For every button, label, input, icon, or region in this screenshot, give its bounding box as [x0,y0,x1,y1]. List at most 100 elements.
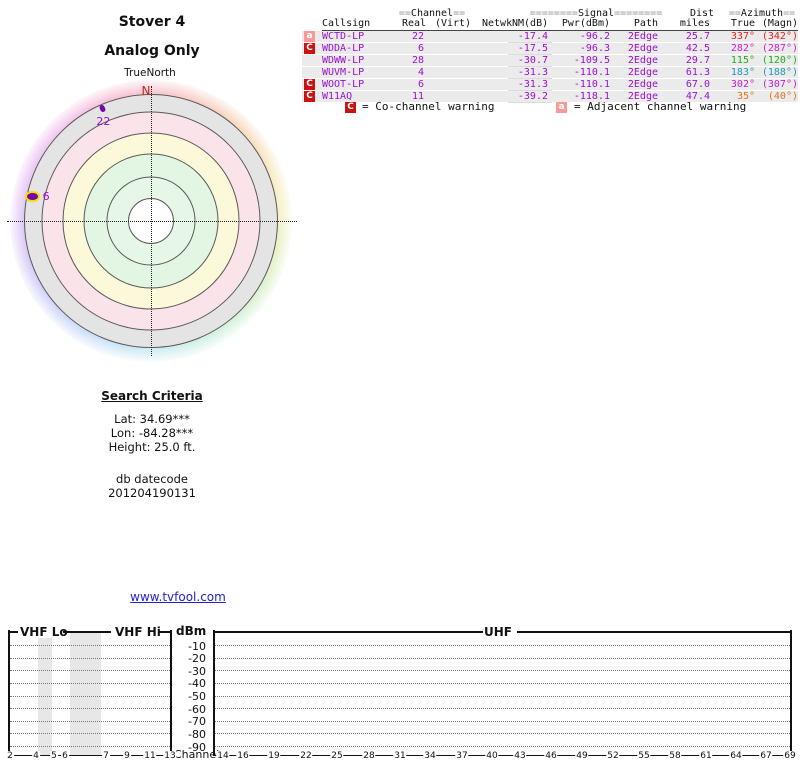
search-criteria-title: Search Criteria [101,389,203,403]
dbm-tick--50: -50 [188,690,206,703]
cell-callsign: WOOT-LP [322,79,365,90]
cell-real: 28 [411,55,424,66]
cell-magn: (342°) [761,31,798,42]
cell-callsign: WDWW-LP [322,55,365,66]
dbm-tick--10: -10 [188,639,206,653]
dbm-tick--70: -70 [188,715,206,729]
channel-tick-64: 64 [729,751,743,761]
cell-real: 4 [417,67,424,78]
db-datecode-value: 201204190131 [108,486,196,500]
compass-marker-label-6: 6 [42,189,50,203]
table-row: WDWW-LP 28 -30.7 -109.5 2Edge 29.7 115° (120°) [322,55,798,67]
cell-path: 2Edge [627,31,658,42]
vhf-gridline--80 [10,733,170,735]
co-channel-warning-badge: C [304,43,315,54]
cell-path: 2Edge [627,79,658,90]
col-nm: NM(dB) [512,18,549,29]
cell-true: 337° [730,31,755,42]
cell-netwk [482,43,512,55]
dbm-tick--30: -30 [188,664,206,678]
vhf-gridline--30 [10,670,170,672]
co-channel-legend: = Co-channel warning [362,100,495,113]
cell-magn: (188°) [761,67,798,78]
channel-tick-9: 9 [123,751,131,761]
cell-pwr: -96.2 [579,31,610,42]
channel-tick-69: 69 [783,751,797,761]
cell-virt [424,31,482,43]
dbm-axis-title: dBm [176,624,207,638]
channel-tick-31: 31 [393,751,407,761]
uhf-left-border [213,630,215,756]
channel-tick-28: 28 [362,751,376,761]
cell-true: 302° [730,79,755,90]
column-header-row: Callsign Real (Virt) Netwk NM(dB) Pwr(dB… [322,18,798,31]
cell-netwk [482,79,512,91]
channel-tick-19: 19 [267,751,281,761]
cell-true: 282° [730,43,755,54]
dbm-tick--40: -40 [188,677,206,691]
uhf-gridline--70 [215,720,790,722]
adjacent-channel-badge: a [556,102,567,113]
db-datecode-label: db datecode [116,472,188,486]
uhf-top-border-b [517,631,790,633]
vhf-gridline--20 [10,657,170,659]
adjacent-channel-warning-badge: a [304,31,315,42]
tvfool-report: Stover 4 Analog Only TrueNorth N 22 6 ==C… [0,0,800,768]
cell-callsign: WUVM-LP [322,67,365,78]
cell-miles: 25.7 [685,31,710,42]
cell-pwr: -96.3 [579,43,610,54]
cell-magn: (287°) [761,43,798,54]
table-row: WUVM-LP 4 -31.3 -110.1 2Edge 61.3 183° (188°) [322,67,798,79]
cell-virt [424,79,482,91]
col-true: True [730,18,755,29]
cell-nm: -30.7 [517,55,548,66]
tvfool-link[interactable]: www.tvfool.com [130,590,226,604]
latitude-value: Lat: 34.69*** [114,412,190,426]
dbm-tick--60: -60 [188,702,206,716]
cell-netwk [482,31,512,43]
uhf-gridline--30 [215,670,790,672]
height-value: Height: 25.0 ft. [108,440,196,454]
cell-callsign: WCTD-LP [322,31,365,42]
cell-nm: -31.3 [517,79,548,90]
vhf-right-border [170,630,172,756]
spectrum-gap-band-2 [70,633,101,755]
channel-tick-7: 7 [102,751,110,761]
cell-virt [424,67,482,79]
channel-tick-40: 40 [485,751,499,761]
vhf-gridline--10 [10,645,170,646]
vhf-gridline--70 [10,720,170,722]
cell-magn: (40°) [767,91,798,102]
uhf-label: UHF [484,625,512,639]
channel-tick-14: 14 [216,751,230,761]
compass-marker-channel-6 [24,190,40,202]
dbm-tick--20: -20 [188,652,206,666]
cell-path: 2Edge [627,43,658,54]
co-channel-badge: C [345,102,356,113]
uhf-right-border [790,630,792,756]
channel-tick-13: 13 [163,751,177,761]
channel-tick-61: 61 [699,751,713,761]
col-callsign: Callsign [322,18,371,29]
cell-virt [424,43,482,55]
uhf-gridline--60 [215,708,790,710]
col-pwr: Pwr(dBm) [561,18,610,29]
cell-magn: (307°) [761,79,798,90]
cell-netwk [482,55,512,67]
cell-true: 115° [730,55,755,66]
longitude-value: Lon: -84.28*** [110,426,194,440]
cell-miles: 61.3 [685,67,710,78]
cell-miles: 67.0 [685,79,710,90]
channel-tick-49: 49 [575,751,589,761]
cell-nm: -39.2 [517,91,548,102]
col-miles: miles [679,18,710,29]
cell-netwk [482,67,512,79]
vhf-gridline--60 [10,708,170,710]
col-real: Real [402,18,427,29]
cell-pwr: -110.1 [573,67,610,78]
vhf-top-border-c [158,631,170,633]
cell-real: 6 [417,43,424,54]
vhf-hi-label: VHF Hi [115,625,161,639]
uhf-top-border-a [213,631,483,633]
vhf-left-border [8,630,10,756]
